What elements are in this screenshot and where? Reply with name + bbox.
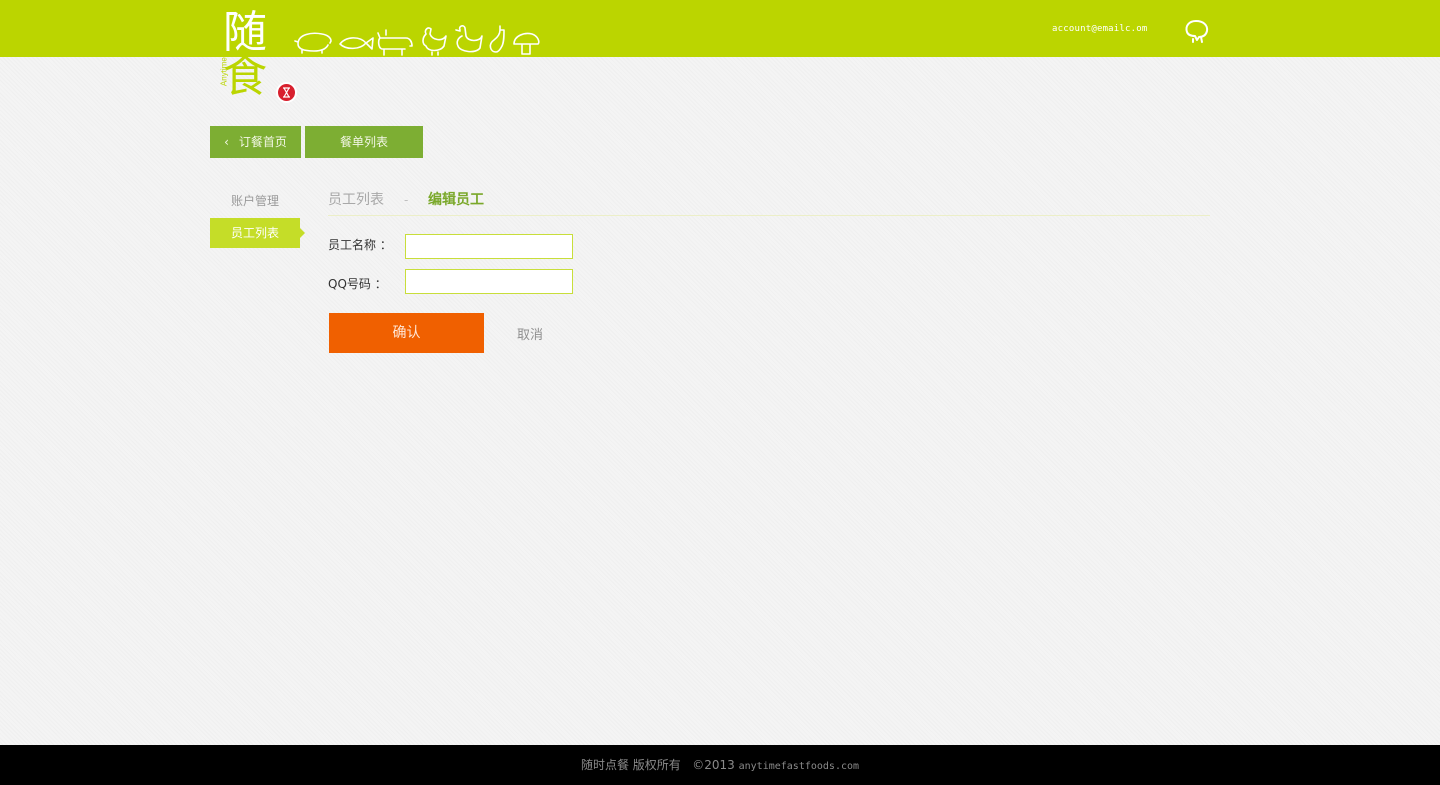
nav-order-home[interactable]: ‹ 订餐首页 xyxy=(210,126,301,158)
cancel-button[interactable]: 取消 xyxy=(517,324,543,343)
logo[interactable]: Anytime Fast Food 随 食 xyxy=(210,10,300,106)
nav-menu-list-label: 餐单列表 xyxy=(339,135,388,149)
page-title: 编辑员工 xyxy=(428,192,484,208)
employee-name-label: 员工名称 ： xyxy=(328,238,392,252)
hourglass-icon xyxy=(276,82,297,103)
breadcrumb-employee-list[interactable]: 员工列表 xyxy=(328,190,384,210)
food-animals-icon xyxy=(294,25,540,56)
logo-char-2: 食 xyxy=(223,51,267,102)
sidebar-item-account[interactable]: 账户管理 xyxy=(210,186,300,216)
divider xyxy=(328,215,1210,216)
qq-number-label: QQ号码 ： xyxy=(328,277,387,291)
confirm-button[interactable]: 确认 xyxy=(329,313,484,353)
employee-name-input[interactable] xyxy=(405,234,573,259)
chevron-left-icon: ‹ xyxy=(224,135,229,149)
footer-domain: anytimefastfoods.com xyxy=(738,761,860,772)
qq-number-input[interactable] xyxy=(405,269,573,294)
nav-menu-list[interactable]: 餐单列表 xyxy=(305,126,423,158)
logo-char-1: 随 xyxy=(223,7,267,58)
account-email[interactable]: account@emailc.om xyxy=(1052,24,1148,34)
breadcrumb-separator: - xyxy=(404,193,409,207)
user-icon[interactable] xyxy=(1183,18,1211,44)
footer-copyright: ©2013 xyxy=(692,758,735,772)
footer: 随时点餐 版权所有 ©2013 anytimefastfoods.com xyxy=(0,745,1440,785)
footer-text: 随时点餐 版权所有 xyxy=(580,758,681,772)
sidebar-item-employees[interactable]: 员工列表 xyxy=(210,218,305,248)
nav-order-home-label: 订餐首页 xyxy=(238,135,287,149)
